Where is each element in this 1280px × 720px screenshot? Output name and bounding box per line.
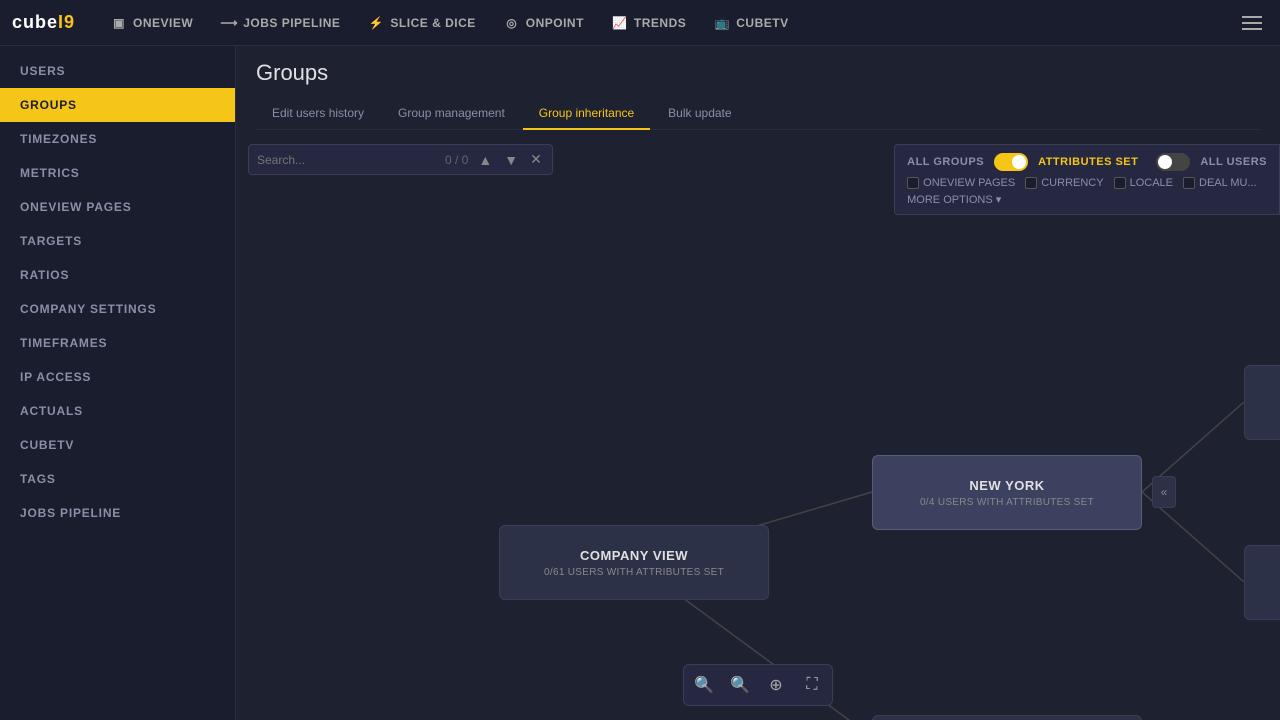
attributes-set-label: ATTRIBUTES SET xyxy=(1038,156,1138,168)
sidebar-item-jobs-pipeline[interactable]: JOBS PIPELINE xyxy=(0,496,235,530)
more-options-button[interactable]: MORE OPTIONS ▾ xyxy=(907,193,1267,206)
tab-group-management[interactable]: Group management xyxy=(382,98,521,130)
sidebar-item-users[interactable]: USERS xyxy=(0,54,235,88)
content-area: Groups Edit users history Group manageme… xyxy=(236,46,1280,720)
center-button[interactable]: ⊕ xyxy=(760,669,792,701)
chevron-down-icon: ▾ xyxy=(996,193,1002,206)
search-up-button[interactable]: ▲ xyxy=(476,150,494,170)
oneview-icon: ▣ xyxy=(111,15,127,31)
group-card-singapore[interactable]: SINGAPORE xyxy=(872,715,1142,720)
group-card-company-view[interactable]: COMPANY VIEW 0/61 USERS WITH ATTRIBUTES … xyxy=(499,525,769,600)
zoom-in-icon: 🔍 xyxy=(730,675,750,695)
sidebar-item-actuals[interactable]: ACTUALS xyxy=(0,394,235,428)
filters-checkboxes: ONEVIEW PAGES CURRENCY LOCALE DEAL MU... xyxy=(907,177,1267,189)
search-count: 0 / 0 xyxy=(445,153,468,167)
search-input[interactable] xyxy=(257,153,437,167)
group-card-title: COMPANY VIEW xyxy=(580,548,688,563)
sidebar-item-ratios[interactable]: RATIOS xyxy=(0,258,235,292)
nav-trends[interactable]: 📈 TRENDS xyxy=(600,9,698,37)
sidebar-item-groups[interactable]: GROUPS xyxy=(0,88,235,122)
search-clear-button[interactable]: ✕ xyxy=(528,149,544,170)
sidebar: USERS GROUPS TIMEZONES METRICS ONEVIEW P… xyxy=(0,46,236,720)
page-header: Groups Edit users history Group manageme… xyxy=(236,46,1280,130)
cubetv-icon: 📺 xyxy=(714,15,730,31)
checkbox-oneview-pages[interactable]: ONEVIEW PAGES xyxy=(907,177,1015,189)
canvas-area: 0 / 0 ▲ ▼ ✕ ALL GROUPS ATTRIBUTES SET AL… xyxy=(236,130,1280,720)
onpoint-icon: ◎ xyxy=(504,15,520,31)
main-layout: USERS GROUPS TIMEZONES METRICS ONEVIEW P… xyxy=(0,46,1280,720)
nav-oneview[interactable]: ▣ ONEVIEW xyxy=(99,9,205,37)
sidebar-item-metrics[interactable]: METRICS xyxy=(0,156,235,190)
collapse-icon: « xyxy=(1161,485,1168,499)
bottom-toolbar: 🔍 🔍 ⊕ ⛶ xyxy=(683,664,833,706)
all-users-toggle[interactable] xyxy=(1156,153,1190,171)
sidebar-item-tags[interactable]: TAGS xyxy=(0,462,235,496)
tab-edit-users-history[interactable]: Edit users history xyxy=(256,98,380,130)
sidebar-item-oneview-pages[interactable]: ONEVIEW PAGES xyxy=(0,190,235,224)
sidebar-item-timeframes[interactable]: TIMEFRAMES xyxy=(0,326,235,360)
search-bar: 0 / 0 ▲ ▼ ✕ xyxy=(248,144,553,175)
checkbox-locale[interactable]: LOCALE xyxy=(1114,177,1173,189)
tab-group-inheritance[interactable]: Group inheritance xyxy=(523,98,650,130)
tabs-bar: Edit users history Group management Grou… xyxy=(256,98,1260,130)
trends-icon: 📈 xyxy=(612,15,628,31)
nav-jobs-pipeline[interactable]: ⟶ JOBS PIPELINE xyxy=(209,9,352,37)
sidebar-item-cubetv[interactable]: CUBETV xyxy=(0,428,235,462)
sidebar-item-company-settings[interactable]: COMPANY SETTINGS xyxy=(0,292,235,326)
sidebar-item-targets[interactable]: TARGETS xyxy=(0,224,235,258)
zoom-in-button[interactable]: 🔍 xyxy=(724,669,756,701)
nav-items: ▣ ONEVIEW ⟶ JOBS PIPELINE ⚡ SLICE & DICE… xyxy=(99,9,1236,37)
zoom-out-icon: 🔍 xyxy=(694,675,714,695)
group-card-new-york[interactable]: NEW YORK 0/4 USERS WITH ATTRIBUTES SET xyxy=(872,455,1142,530)
checkbox-currency[interactable]: CURRENCY xyxy=(1025,177,1103,189)
connections-svg xyxy=(236,130,1280,720)
filters-row: ALL GROUPS ATTRIBUTES SET ALL USERS xyxy=(907,153,1267,171)
group-card-energy[interactable]: ENERGY 0/2 USERS WITH ATTRIBUTES SET xyxy=(1244,365,1280,440)
nav-onpoint[interactable]: ◎ ONPOINT xyxy=(492,9,596,37)
logo-accent: I9 xyxy=(58,12,75,32)
center-icon: ⊕ xyxy=(769,675,782,695)
attributes-toggle[interactable] xyxy=(994,153,1028,171)
nav-slice-dice[interactable]: ⚡ SLICE & DICE xyxy=(356,9,487,37)
fullscreen-icon: ⛶ xyxy=(806,676,817,694)
filters-panel: ALL GROUPS ATTRIBUTES SET ALL USERS ONEV… xyxy=(894,144,1280,215)
group-card-healthcare[interactable]: HEALTHCARE 0/3 USERS WITH ATTRIBUTES SET xyxy=(1244,545,1280,620)
all-groups-label: ALL GROUPS xyxy=(907,156,984,168)
checkbox-deal-mu[interactable]: DEAL MU... xyxy=(1183,177,1257,189)
fullscreen-button[interactable]: ⛶ xyxy=(796,669,828,701)
group-card-subtitle: 0/4 USERS WITH ATTRIBUTES SET xyxy=(920,497,1094,508)
sidebar-item-ip-access[interactable]: IP ACCESS xyxy=(0,360,235,394)
top-navigation: cubeI9 ▣ ONEVIEW ⟶ JOBS PIPELINE ⚡ SLICE… xyxy=(0,0,1280,46)
group-card-subtitle: 0/61 USERS WITH ATTRIBUTES SET xyxy=(544,567,724,578)
collapse-button[interactable]: « xyxy=(1152,476,1176,508)
hamburger-menu[interactable] xyxy=(1236,7,1268,39)
tab-bulk-update[interactable]: Bulk update xyxy=(652,98,747,130)
sidebar-item-timezones[interactable]: TIMEZONES xyxy=(0,122,235,156)
search-down-button[interactable]: ▼ xyxy=(502,150,520,170)
slice-dice-icon: ⚡ xyxy=(368,15,384,31)
zoom-out-button[interactable]: 🔍 xyxy=(688,669,720,701)
app-logo: cubeI9 xyxy=(12,12,75,33)
jobs-pipeline-icon: ⟶ xyxy=(221,15,237,31)
all-users-label: ALL USERS xyxy=(1200,156,1267,168)
group-card-title: NEW YORK xyxy=(969,478,1044,493)
page-title: Groups xyxy=(256,60,1260,86)
nav-cubetv[interactable]: 📺 CUBETV xyxy=(702,9,800,37)
